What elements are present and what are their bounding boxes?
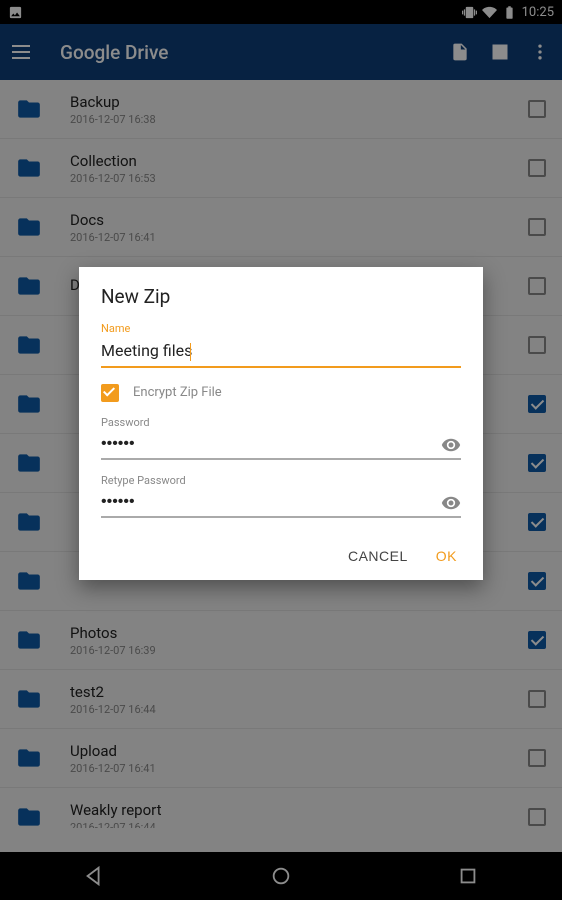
retype-label: Retype Password — [101, 474, 461, 487]
retype-input[interactable] — [101, 489, 461, 518]
dialog-title: New Zip — [101, 285, 461, 308]
password-label: Password — [101, 416, 461, 429]
password-input[interactable] — [101, 431, 461, 460]
name-label: Name — [101, 322, 461, 335]
eye-icon[interactable] — [441, 493, 461, 513]
new-zip-dialog: New Zip Name Meeting files Encrypt Zip F… — [79, 267, 483, 580]
encrypt-checkbox[interactable] — [101, 384, 119, 402]
name-input[interactable]: Meeting files — [101, 337, 461, 368]
ok-button[interactable]: OK — [436, 548, 457, 564]
eye-icon[interactable] — [441, 435, 461, 455]
cancel-button[interactable]: CANCEL — [348, 548, 408, 564]
encrypt-label: Encrypt Zip File — [133, 385, 222, 400]
